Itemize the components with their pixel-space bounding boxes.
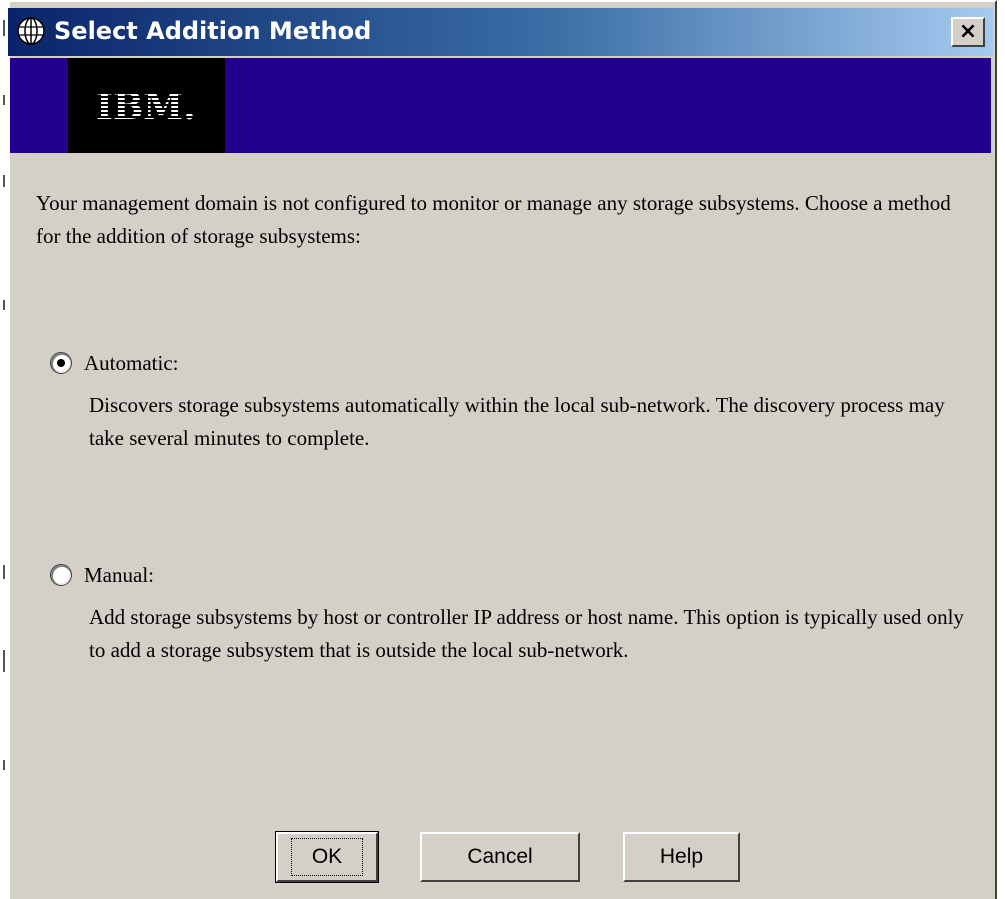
ok-button-label: OK bbox=[290, 838, 364, 876]
globe-icon bbox=[16, 16, 46, 46]
close-button[interactable]: × bbox=[951, 17, 985, 47]
dialog-content: Your management domain is not configured… bbox=[10, 153, 991, 899]
manual-radio[interactable] bbox=[50, 564, 72, 586]
window-title: Select Addition Method bbox=[54, 17, 372, 45]
option-manual: Manual: Add storage subsystems by host o… bbox=[50, 561, 980, 667]
automatic-label[interactable]: Automatic: bbox=[84, 351, 178, 376]
svg-text:IBM.: IBM. bbox=[96, 86, 196, 126]
intro-text: Your management domain is not configured… bbox=[36, 191, 951, 248]
manual-label[interactable]: Manual: bbox=[84, 563, 154, 588]
ibm-banner: IBM. bbox=[10, 58, 991, 153]
manual-description: Add storage subsystems by host or contro… bbox=[89, 605, 964, 662]
ibm-logo: IBM. bbox=[68, 58, 225, 153]
cancel-button[interactable]: Cancel bbox=[420, 832, 580, 882]
automatic-description: Discovers storage subsystems automatical… bbox=[89, 393, 945, 450]
help-button[interactable]: Help bbox=[623, 832, 740, 882]
title-bar[interactable]: Select Addition Method × bbox=[8, 8, 993, 56]
manual-radio-row[interactable]: Manual: bbox=[50, 561, 980, 589]
automatic-radio[interactable] bbox=[50, 352, 72, 374]
radio-selected-dot bbox=[57, 359, 65, 367]
option-automatic: Automatic: Discovers storage subsystems … bbox=[50, 349, 980, 455]
background-edge bbox=[0, 0, 8, 899]
ok-button[interactable]: OK bbox=[275, 831, 379, 883]
automatic-radio-row[interactable]: Automatic: bbox=[50, 349, 980, 377]
